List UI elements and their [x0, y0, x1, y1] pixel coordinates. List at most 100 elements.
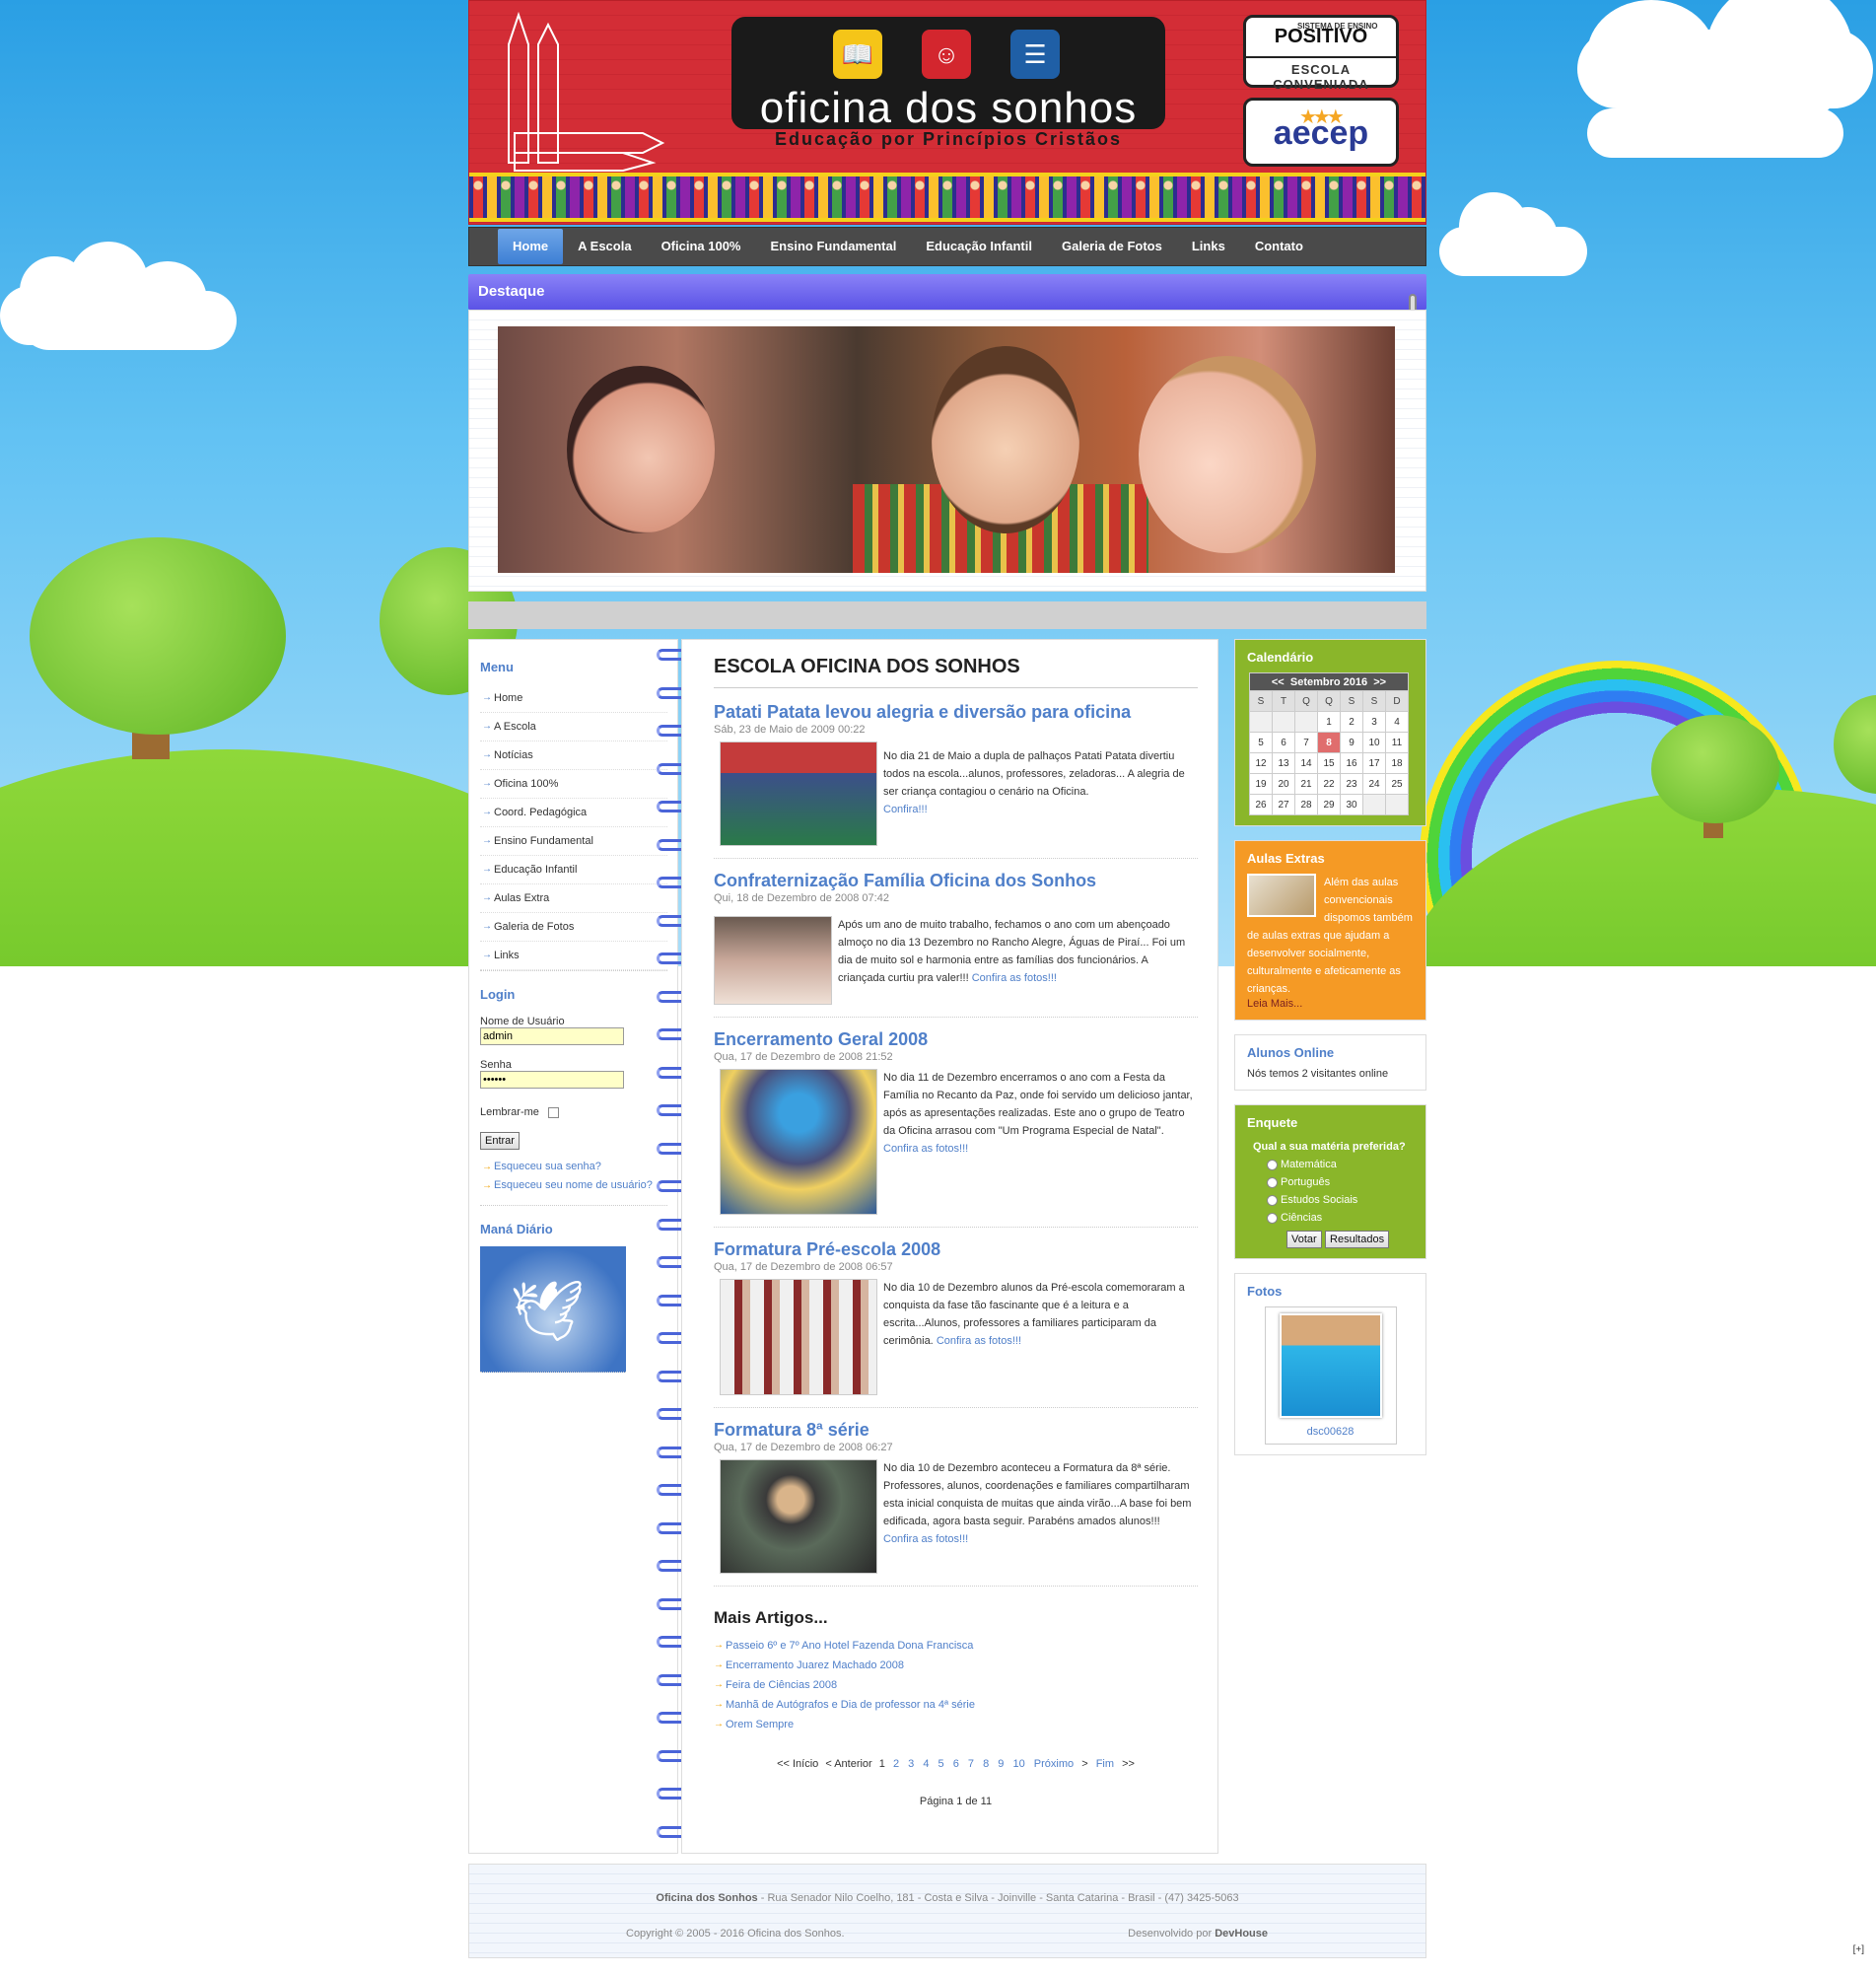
pager-next-link[interactable]: Próximo — [1034, 1758, 1074, 1770]
poll-option[interactable]: Estudos Sociais — [1247, 1191, 1414, 1209]
article-thumbnail[interactable] — [714, 916, 832, 1005]
calendar-day[interactable]: 4 — [1385, 711, 1409, 733]
radio-icon[interactable] — [1267, 1213, 1278, 1224]
article-title[interactable]: Formatura Pré-escola 2008 — [714, 1237, 1198, 1261]
calendar-day[interactable]: 26 — [1249, 794, 1273, 815]
article-thumbnail[interactable] — [720, 1279, 877, 1395]
poll-vote-button[interactable]: Votar — [1286, 1231, 1322, 1248]
poll-option[interactable]: Ciências — [1247, 1209, 1414, 1227]
article-thumbnail[interactable] — [720, 1069, 877, 1215]
nav-item-home[interactable]: Home — [498, 229, 564, 264]
calendar-day[interactable]: 28 — [1294, 794, 1318, 815]
article-title[interactable]: Confraternização Família Oficina dos Son… — [714, 869, 1198, 892]
poll-option[interactable]: Português — [1247, 1173, 1414, 1191]
calendar-day[interactable]: 9 — [1340, 732, 1363, 753]
calendar-next-link[interactable]: >> — [1373, 676, 1386, 688]
calendar-day[interactable]: 24 — [1362, 773, 1386, 795]
calendar-day[interactable]: 15 — [1317, 752, 1341, 774]
calendar-day[interactable]: 6 — [1272, 732, 1295, 753]
nav-item-educacao-infantil[interactable]: Educação Infantil — [911, 229, 1047, 264]
positivo-badge[interactable]: SISTEMA DE ENSINO POSITIVO ESCOLA CONVEN… — [1243, 15, 1399, 92]
nav-item-oficina-100[interactable]: Oficina 100% — [647, 229, 756, 264]
poll-results-button[interactable]: Resultados — [1325, 1231, 1390, 1248]
calendar-day[interactable]: 11 — [1385, 732, 1409, 753]
article-thumbnail[interactable] — [720, 741, 877, 846]
username-input[interactable] — [480, 1027, 624, 1045]
more-article-link[interactable]: Feira de Ciências 2008 — [714, 1675, 1198, 1695]
side-menu-item[interactable]: Links — [480, 942, 667, 970]
calendar-day[interactable]: 20 — [1272, 773, 1295, 795]
expand-toggle[interactable]: [+] — [1853, 1944, 1864, 1955]
article-title[interactable]: Encerramento Geral 2008 — [714, 1027, 1198, 1051]
calendar-day[interactable]: 18 — [1385, 752, 1409, 774]
side-menu-item[interactable]: Ensino Fundamental — [480, 827, 667, 856]
side-menu-item[interactable]: Oficina 100% — [480, 770, 667, 799]
calendar-day[interactable]: 25 — [1385, 773, 1409, 795]
article-title[interactable]: Formatura 8ª série — [714, 1418, 1198, 1442]
calendar-day[interactable]: 30 — [1340, 794, 1363, 815]
article-read-more-link[interactable]: Confira!!! — [883, 804, 928, 815]
calendar-day[interactable]: 27 — [1272, 794, 1295, 815]
pager-page-link[interactable]: 3 — [908, 1758, 914, 1770]
pager-page-link[interactable]: 4 — [923, 1758, 929, 1770]
pager-page-link[interactable]: 2 — [893, 1758, 899, 1770]
article-read-more-link[interactable]: Confira as fotos!!! — [883, 1143, 968, 1155]
aulas-extras-image[interactable] — [1247, 874, 1316, 917]
poll-option[interactable]: Matemática — [1247, 1156, 1414, 1173]
site-logo[interactable]: 📖 ☺ ☰ oficina dos sonhos — [731, 17, 1165, 130]
aulas-extras-read-more-link[interactable]: Leia Mais... — [1247, 998, 1414, 1010]
side-menu-item[interactable]: Aulas Extra — [480, 884, 667, 913]
radio-icon[interactable] — [1267, 1177, 1278, 1188]
mana-diario-image[interactable]: 🕊 — [480, 1246, 626, 1373]
pager-page-link[interactable]: 10 — [1012, 1758, 1024, 1770]
nav-item-a-escola[interactable]: A Escola — [563, 229, 646, 264]
calendar-day[interactable]: 7 — [1294, 732, 1318, 753]
calendar-day[interactable]: 21 — [1294, 773, 1318, 795]
side-menu-item[interactable]: Notícias — [480, 741, 667, 770]
article-title[interactable]: Patati Patata levou alegria e diversão p… — [714, 700, 1198, 724]
calendar-day[interactable]: 22 — [1317, 773, 1341, 795]
pager-page-link[interactable]: 7 — [968, 1758, 974, 1770]
calendar-day[interactable]: 23 — [1340, 773, 1363, 795]
calendar-day[interactable]: 14 — [1294, 752, 1318, 774]
radio-icon[interactable] — [1267, 1195, 1278, 1206]
calendar-day[interactable]: 10 — [1362, 732, 1386, 753]
calendar-day[interactable]: 8 — [1317, 732, 1341, 753]
calendar-day[interactable]: 2 — [1340, 711, 1363, 733]
photo-thumbnail[interactable] — [1279, 1313, 1382, 1418]
remember-me-checkbox[interactable] — [547, 1106, 559, 1118]
calendar-prev-link[interactable]: << — [1272, 676, 1285, 688]
article-read-more-link[interactable]: Confira as fotos!!! — [883, 1533, 968, 1545]
more-article-link[interactable]: Orem Sempre — [714, 1715, 1198, 1734]
radio-icon[interactable] — [1267, 1160, 1278, 1170]
article-thumbnail[interactable] — [720, 1459, 877, 1574]
more-article-link[interactable]: Passeio 6º e 7º Ano Hotel Fazenda Dona F… — [714, 1636, 1198, 1656]
password-input[interactable] — [480, 1071, 624, 1089]
pager-page-link[interactable]: 6 — [953, 1758, 959, 1770]
calendar-day[interactable]: 12 — [1249, 752, 1273, 774]
calendar-day[interactable]: 16 — [1340, 752, 1363, 774]
nav-item-galeria-de-fotos[interactable]: Galeria de Fotos — [1047, 229, 1177, 264]
calendar-day[interactable]: 13 — [1272, 752, 1295, 774]
forgot-username-link[interactable]: Esqueceu seu nome de usuário? — [480, 1176, 667, 1195]
photo-caption[interactable]: dsc00628 — [1272, 1426, 1390, 1438]
destaque-banner-image[interactable] — [498, 326, 1395, 573]
pager-page-link[interactable]: 9 — [998, 1758, 1004, 1770]
calendar-day[interactable]: 1 — [1317, 711, 1341, 733]
more-article-link[interactable]: Manhã de Autógrafos e Dia de professor n… — [714, 1695, 1198, 1715]
login-submit-button[interactable]: Entrar — [480, 1132, 520, 1150]
aecep-badge[interactable]: ★★★ aecep — [1243, 98, 1399, 167]
side-menu-item[interactable]: Educação Infantil — [480, 856, 667, 884]
calendar-day[interactable]: 5 — [1249, 732, 1273, 753]
article-read-more-link[interactable]: Confira as fotos!!! — [972, 972, 1057, 984]
calendar-day[interactable]: 3 — [1362, 711, 1386, 733]
side-menu-item[interactable]: Coord. Pedagógica — [480, 799, 667, 827]
footer-dev-link[interactable]: DevHouse — [1215, 1928, 1268, 1940]
pager-end-link[interactable]: Fim — [1096, 1758, 1114, 1770]
side-menu-item[interactable]: Home — [480, 684, 667, 713]
calendar-day[interactable]: 29 — [1317, 794, 1341, 815]
side-menu-item[interactable]: Galeria de Fotos — [480, 913, 667, 942]
more-article-link[interactable]: Encerramento Juarez Machado 2008 — [714, 1656, 1198, 1675]
nav-item-ensino-fundamental[interactable]: Ensino Fundamental — [756, 229, 912, 264]
pager-page-link[interactable]: 5 — [938, 1758, 944, 1770]
